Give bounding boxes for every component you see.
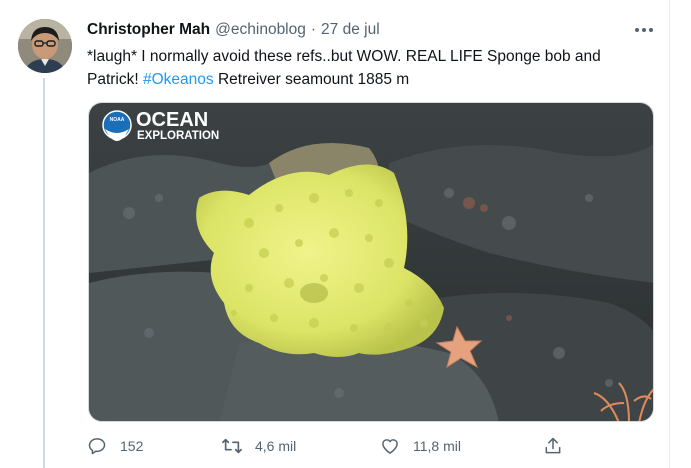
tweet-media[interactable]: NOAA OCEAN EXPLORATION bbox=[88, 102, 654, 422]
reply-icon bbox=[86, 435, 108, 457]
tweet-text-line-2: Patrick! #Okeanos Retreiver seamount 188… bbox=[87, 68, 657, 91]
more-icon bbox=[635, 28, 653, 32]
media-photo: NOAA OCEAN EXPLORATION bbox=[89, 103, 653, 421]
tweet-text-part: Retreiver seamount 1885 m bbox=[213, 71, 410, 88]
logo-line-1: OCEAN bbox=[136, 109, 208, 131]
tweet-text-part: Patrick! bbox=[87, 71, 143, 88]
like-icon bbox=[379, 435, 401, 457]
media-logo: NOAA OCEAN EXPLORATION bbox=[102, 109, 219, 142]
share-button[interactable] bbox=[542, 430, 564, 462]
tweet-text-line-1: *laugh* I normally avoid these refs..but… bbox=[87, 48, 601, 65]
hashtag-link[interactable]: #Okeanos bbox=[143, 71, 214, 88]
like-button[interactable]: 11,8 mil bbox=[379, 430, 461, 462]
retweet-button[interactable]: 4,6 mil bbox=[221, 430, 296, 462]
retweet-count: 4,6 mil bbox=[255, 438, 297, 454]
retweet-icon bbox=[221, 435, 243, 457]
action-bar: 152 4,6 mil 11,8 mil bbox=[86, 430, 586, 462]
author-handle[interactable]: @echinoblog bbox=[215, 21, 306, 39]
tweet-text: *laugh* I normally avoid these refs..but… bbox=[87, 45, 657, 91]
reply-button[interactable]: 152 bbox=[86, 430, 143, 462]
logo-badge-text: NOAA bbox=[110, 117, 125, 123]
thread-line bbox=[43, 78, 45, 468]
share-icon bbox=[542, 435, 564, 457]
header-separator: · bbox=[310, 21, 317, 38]
reply-count: 152 bbox=[120, 438, 144, 454]
avatar-photo bbox=[18, 19, 72, 73]
tweet-header: Christopher Mah @echinoblog · 27 de jul bbox=[87, 19, 380, 41]
tweet-date[interactable]: 27 de jul bbox=[321, 21, 380, 39]
timeline-border bbox=[669, 0, 670, 468]
logo-line-2: EXPLORATION bbox=[137, 130, 219, 142]
author-name[interactable]: Christopher Mah bbox=[87, 21, 210, 39]
more-button[interactable] bbox=[631, 21, 657, 39]
avatar[interactable] bbox=[18, 19, 72, 73]
like-count: 11,8 mil bbox=[413, 438, 461, 454]
